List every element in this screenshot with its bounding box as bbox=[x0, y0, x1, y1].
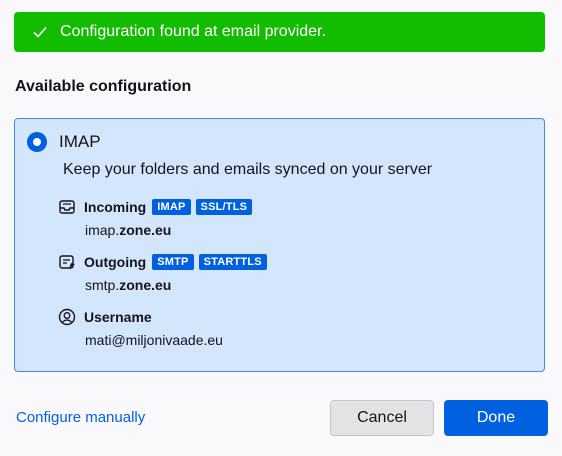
username-value: mati@miljonivaade.eu bbox=[85, 332, 223, 348]
outgoing-label: Outgoing bbox=[84, 254, 147, 270]
inbox-icon bbox=[58, 198, 76, 216]
outgoing-host: smtp.zone.eu bbox=[85, 277, 172, 293]
protocol-description: Keep your folders and emails synced on y… bbox=[63, 161, 433, 178]
incoming-security-badge: SSL/TLS bbox=[195, 199, 253, 215]
outgoing-protocol-badge: SMTP bbox=[152, 254, 194, 270]
checkmark-icon bbox=[32, 24, 48, 40]
cancel-button[interactable]: Cancel bbox=[330, 400, 434, 436]
outgoing-row: Outgoing SMTP STARTTLS bbox=[58, 253, 267, 271]
incoming-protocol-badge: IMAP bbox=[152, 199, 191, 215]
incoming-host: imap.zone.eu bbox=[85, 222, 172, 238]
imap-radio-button[interactable] bbox=[27, 132, 47, 152]
outbox-icon bbox=[58, 253, 76, 271]
incoming-row: Incoming IMAP SSL/TLS bbox=[58, 198, 253, 216]
success-banner: Configuration found at email provider. bbox=[14, 12, 545, 52]
banner-message: Configuration found at email provider. bbox=[60, 23, 326, 40]
incoming-label: Incoming bbox=[84, 199, 147, 215]
section-title: Available configuration bbox=[15, 78, 192, 95]
outgoing-security-badge: STARTTLS bbox=[198, 254, 267, 270]
imap-config-card[interactable]: IMAP Keep your folders and emails synced… bbox=[14, 118, 545, 372]
protocol-label: IMAP bbox=[59, 132, 101, 151]
done-button[interactable]: Done bbox=[444, 400, 548, 436]
username-row: Username bbox=[58, 308, 152, 326]
user-icon bbox=[58, 308, 76, 326]
configure-manually-link[interactable]: Configure manually bbox=[16, 409, 145, 426]
username-label: Username bbox=[84, 309, 152, 325]
